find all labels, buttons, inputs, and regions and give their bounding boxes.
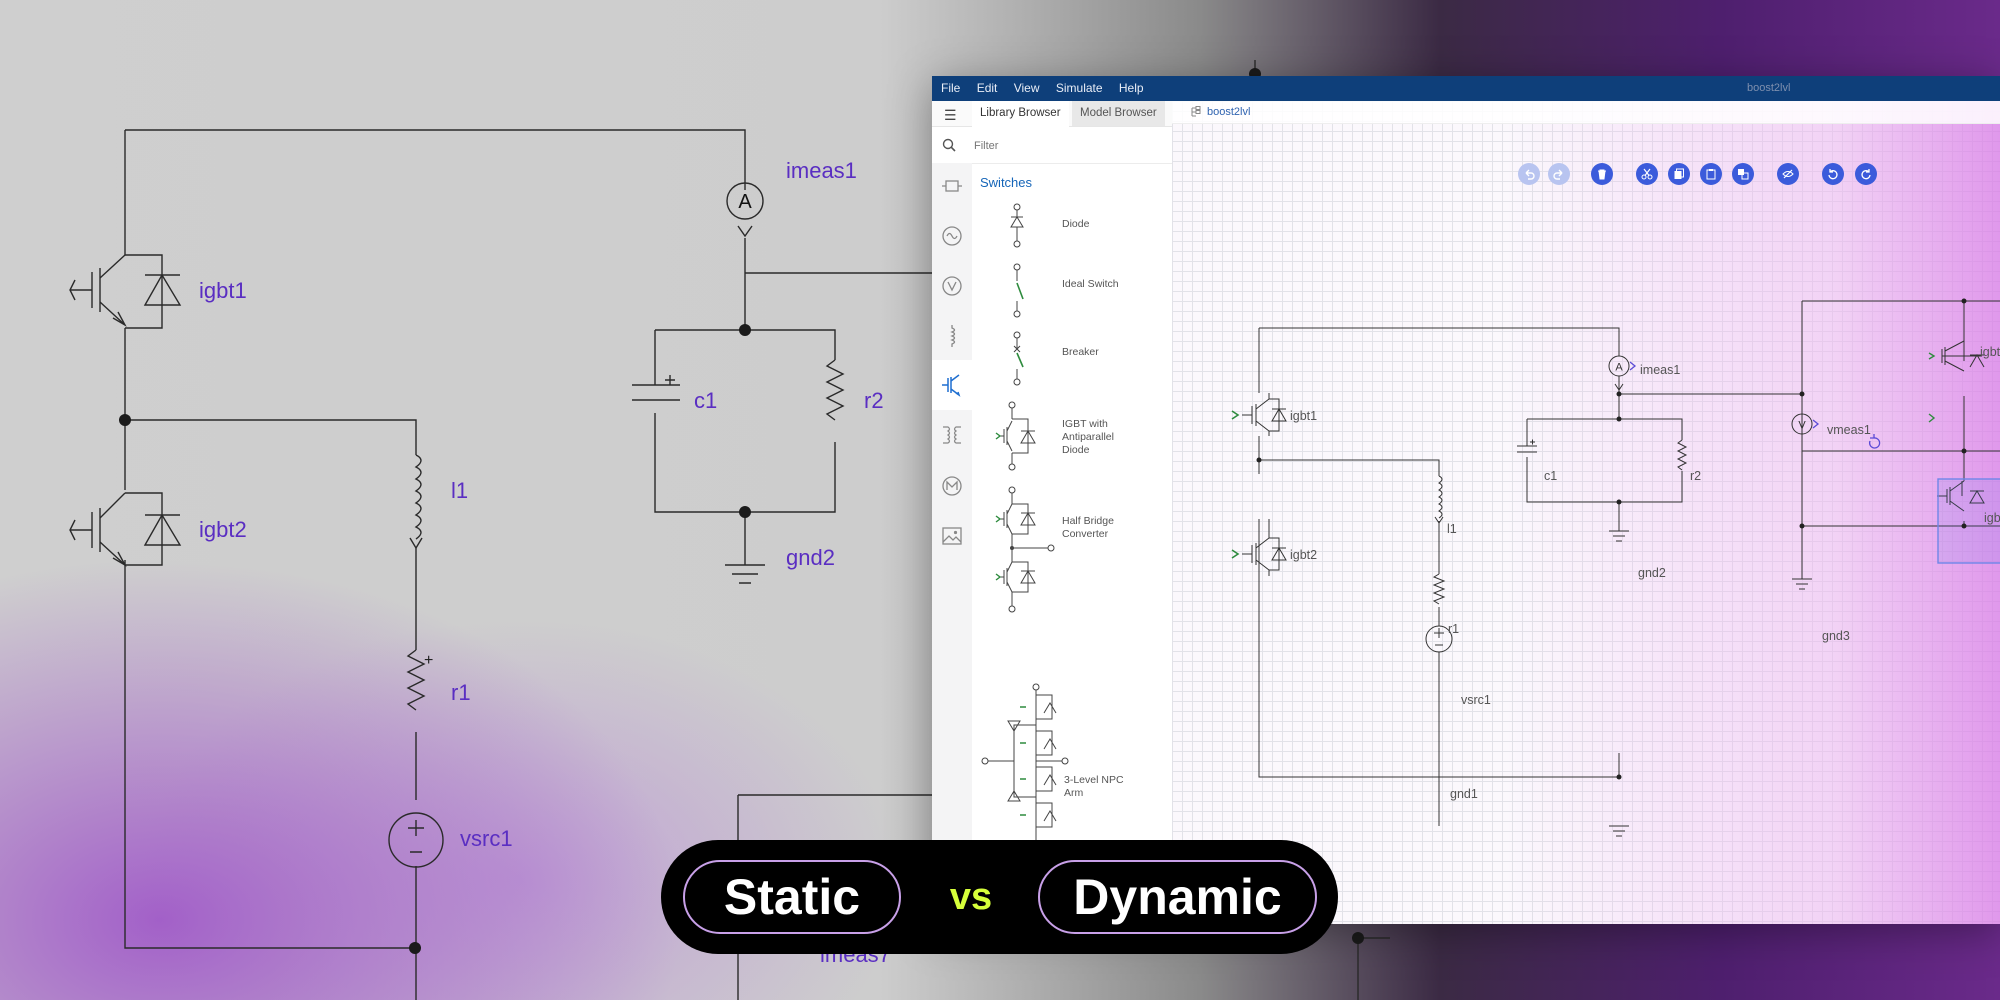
canvas-schematic: A V igbt1 igbt2 imeas1 c1 r2 gnd2 l1 r1 … [1231, 298, 2000, 894]
half-bridge-converter-icon[interactable] [994, 486, 1064, 616]
component-block-icon[interactable] [939, 173, 965, 199]
sidebar-tabs: ☰ Library Browser Model Browser [932, 101, 1172, 128]
filter-row [932, 127, 1172, 164]
canvas-label-imeas1: imeas1 [1640, 363, 1680, 377]
npc-arm-icon[interactable] [980, 683, 1080, 863]
transformer-icon[interactable] [939, 423, 965, 449]
canvas-label-vmeas1: vmeas1 [1827, 423, 1871, 437]
component-label[interactable]: Diode [1062, 218, 1089, 231]
bg-igbt2-symbol [69, 492, 182, 567]
vs-text: vs [949, 876, 993, 918]
image-icon[interactable] [939, 523, 965, 549]
bg-igbt1-symbol [69, 254, 182, 329]
component-label[interactable]: IGBT with Antiparallel Diode [1062, 418, 1142, 457]
bg-label-imeas1: imeas1 [786, 158, 857, 183]
tab-library-browser[interactable]: Library Browser [972, 101, 1069, 128]
menu-view[interactable]: View [1014, 76, 1040, 101]
canvas-label-gnd2: gnd2 [1638, 566, 1666, 580]
canvas-igbt2-symbol [1242, 519, 1287, 576]
diode-icon[interactable] [1002, 203, 1032, 248]
filter-input[interactable] [972, 135, 1161, 157]
breaker-icon[interactable] [1002, 331, 1032, 386]
canvas-label-gnd1: gnd1 [1450, 787, 1478, 801]
bg-label-c1: c1 [694, 388, 717, 413]
canvas-ammeter-symbol: A [1615, 362, 1623, 374]
menu-file[interactable]: File [941, 76, 960, 101]
category-title: Switches [980, 175, 1033, 190]
static-vs-dynamic-banner: Static vs Dynamic [661, 840, 1338, 954]
canvas-label-igbt2: igbt2 [1290, 548, 1317, 562]
dynamic-pill: Dynamic [1038, 860, 1317, 934]
machine-icon[interactable] [939, 473, 965, 499]
bg-label-r1: r1 [451, 680, 471, 705]
bg-label-vsrc1: vsrc1 [460, 826, 513, 851]
menu-bar: File Edit View Simulate Help boost2lvl [932, 76, 2000, 101]
menu-simulate[interactable]: Simulate [1056, 76, 1103, 101]
canvas-label-r2: r2 [1690, 469, 1701, 483]
component-list: Switches Diode Ideal Switch Breaker IGBT… [972, 163, 1172, 924]
canvas-label-gnd3: gnd3 [1822, 629, 1850, 643]
canvas-label-igbt3: igbt3 [1980, 345, 2000, 359]
canvas-label-c1: c1 [1544, 469, 1557, 483]
bg-label-igbt2: igbt2 [199, 517, 247, 542]
tab-model-browser[interactable]: Model Browser [1072, 101, 1165, 126]
switch-icon[interactable] [939, 372, 965, 398]
canvas-label-igbt1: igbt1 [1290, 409, 1317, 423]
canvas-label-l1: l1 [1447, 522, 1457, 536]
canvas-label-igbt4: igbt4 [1984, 511, 2000, 525]
inductor-icon[interactable] [939, 323, 965, 349]
voltmeter-icon[interactable] [939, 273, 965, 299]
menu-help[interactable]: Help [1119, 76, 1144, 101]
canvas-label-r1: r1 [1448, 622, 1459, 636]
bg-label-r2: r2 [864, 388, 884, 413]
bg-plus-sign: + [424, 652, 433, 669]
category-icon-strip [932, 163, 972, 924]
igbt-antiparallel-diode-icon[interactable] [994, 401, 1044, 471]
ac-source-icon[interactable] [939, 223, 965, 249]
ideal-switch-icon[interactable] [1002, 263, 1032, 318]
library-sidebar: ☰ Library Browser Model Browser Switches [932, 101, 1173, 924]
rotate-handle-icon[interactable] [1868, 434, 1881, 449]
menu-edit[interactable]: Edit [977, 76, 998, 101]
bg-label-gnd2: gnd2 [786, 545, 835, 570]
static-pill: Static [683, 860, 901, 934]
component-label[interactable]: Breaker [1062, 346, 1099, 359]
canvas-voltmeter-symbol: V [1798, 420, 1806, 432]
bg-label-igbt1: igbt1 [199, 278, 247, 303]
simulator-window: File Edit View Simulate Help boost2lvl ☰… [932, 76, 2000, 924]
schematic-canvas[interactable]: boost2lvl A V igbt1 igbt2 imeas1 c1 r2 g… [1172, 101, 2000, 924]
component-label[interactable]: Ideal Switch [1062, 278, 1119, 291]
window-title: boost2lvl [1747, 82, 1791, 94]
bg-ammeter-symbol: A [738, 191, 752, 213]
component-label[interactable]: 3-Level NPC Arm [1064, 774, 1134, 800]
component-label[interactable]: Half Bridge Converter [1062, 515, 1132, 541]
canvas-igbt1-symbol [1242, 393, 1287, 436]
bg-label-l1: l1 [451, 478, 468, 503]
hamburger-menu-icon[interactable]: ☰ [944, 107, 957, 124]
search-icon [942, 138, 956, 152]
canvas-label-vsrc1: vsrc1 [1461, 693, 1491, 707]
